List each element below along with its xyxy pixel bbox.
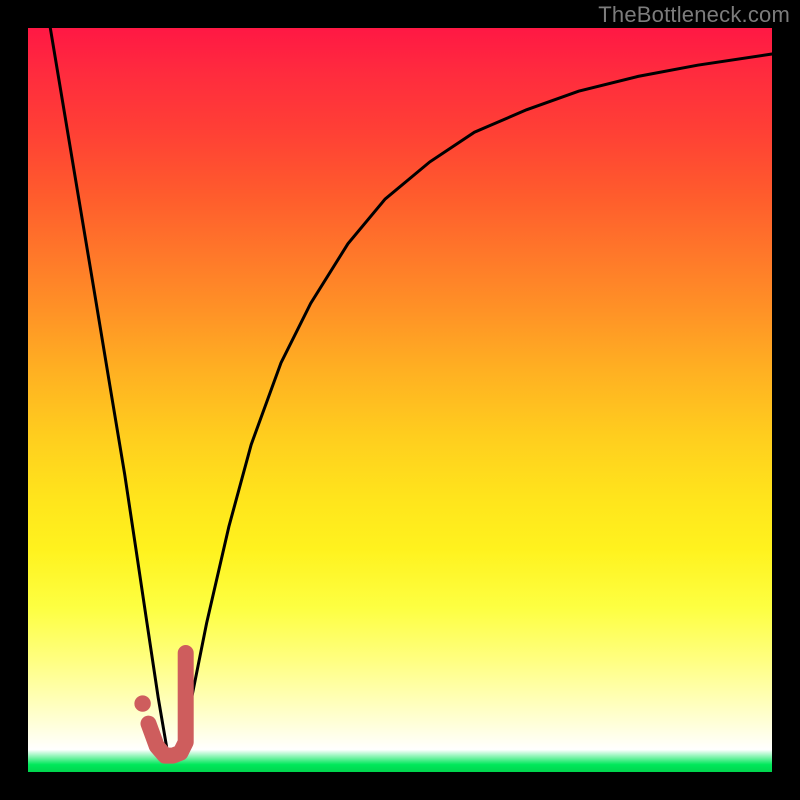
- chart-svg: [28, 28, 772, 772]
- highlight-dot: [134, 695, 150, 711]
- watermark-text: TheBottleneck.com: [598, 2, 790, 28]
- bottleneck-curve: [50, 28, 772, 757]
- chart-area: [28, 28, 772, 772]
